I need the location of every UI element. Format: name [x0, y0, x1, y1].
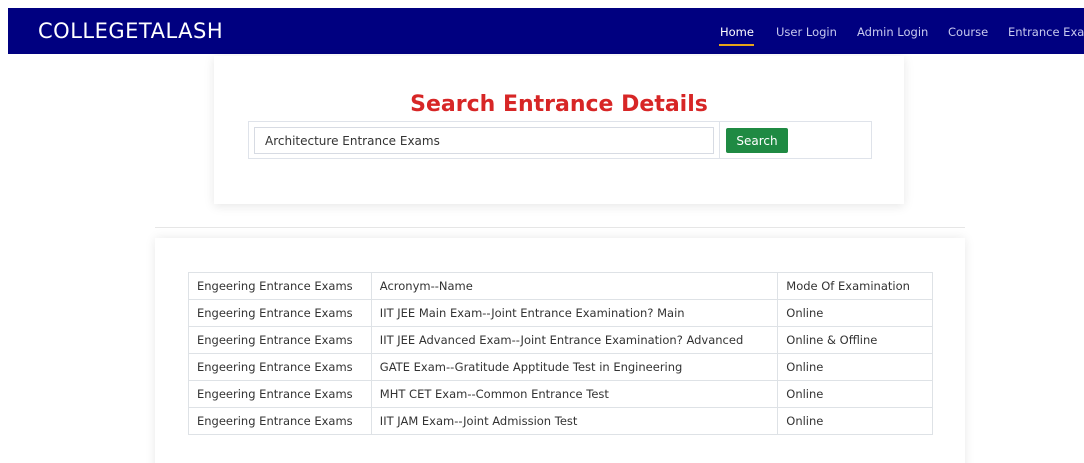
table-header-row: Engeering Entrance Exams Acronym--Name M…	[188, 272, 933, 300]
nav-course[interactable]: Course	[948, 25, 988, 39]
nav-home[interactable]: Home	[720, 25, 754, 39]
table-cell: Online	[777, 380, 933, 408]
table-row: Engeering Entrance Exams IIT JEE Main Ex…	[188, 299, 933, 327]
search-input[interactable]	[254, 127, 714, 154]
top-navbar: COLLEGETALASH Home User Login Admin Logi…	[8, 8, 1084, 54]
results-card: Engeering Entrance Exams Acronym--Name M…	[155, 238, 965, 463]
table-cell: MHT CET Exam--Common Entrance Test	[370, 380, 779, 408]
table-cell: Engeering Entrance Exams	[188, 380, 372, 408]
table-row: Engeering Entrance Exams GATE Exam--Grat…	[188, 353, 933, 381]
active-nav-indicator	[719, 44, 754, 46]
brand-logo[interactable]: COLLEGETALASH	[38, 19, 223, 43]
table-cell: Engeering Entrance Exams	[188, 326, 372, 354]
table-cell: GATE Exam--Gratitude Apptitude Test in E…	[370, 353, 779, 381]
search-card: Search Entrance Details Search	[214, 56, 904, 204]
header-cell: Engeering Entrance Exams	[188, 272, 372, 300]
table-cell: Online	[777, 353, 933, 381]
table-cell: Engeering Entrance Exams	[188, 299, 372, 327]
table-row: Engeering Entrance Exams MHT CET Exam--C…	[188, 380, 933, 408]
table-cell: Engeering Entrance Exams	[188, 407, 372, 435]
header-cell: Mode Of Examination	[777, 272, 933, 300]
search-divider	[719, 122, 720, 158]
search-form: Search	[248, 121, 872, 159]
table-cell: Online	[777, 407, 933, 435]
table-row: Engeering Entrance Exams IIT JEE Advance…	[188, 326, 933, 354]
search-title: Search Entrance Details	[410, 92, 708, 117]
table-row: Engeering Entrance Exams IIT JAM Exam--J…	[188, 407, 933, 435]
header-cell: Acronym--Name	[370, 272, 779, 300]
search-button[interactable]: Search	[726, 128, 788, 153]
exams-table: Engeering Entrance Exams Acronym--Name M…	[188, 272, 933, 435]
table-cell: Engeering Entrance Exams	[188, 353, 372, 381]
table-cell: IIT JEE Main Exam--Joint Entrance Examin…	[370, 299, 779, 327]
table-cell: Online	[777, 299, 933, 327]
nav-admin-login[interactable]: Admin Login	[857, 25, 928, 39]
table-cell: IIT JEE Advanced Exam--Joint Entrance Ex…	[370, 326, 779, 354]
nav-user-login[interactable]: User Login	[776, 25, 837, 39]
section-divider	[155, 227, 965, 228]
nav-entrance-exam[interactable]: Entrance Exam	[1008, 25, 1084, 39]
table-cell: IIT JAM Exam--Joint Admission Test	[370, 407, 779, 435]
table-cell: Online & Offline	[777, 326, 933, 354]
